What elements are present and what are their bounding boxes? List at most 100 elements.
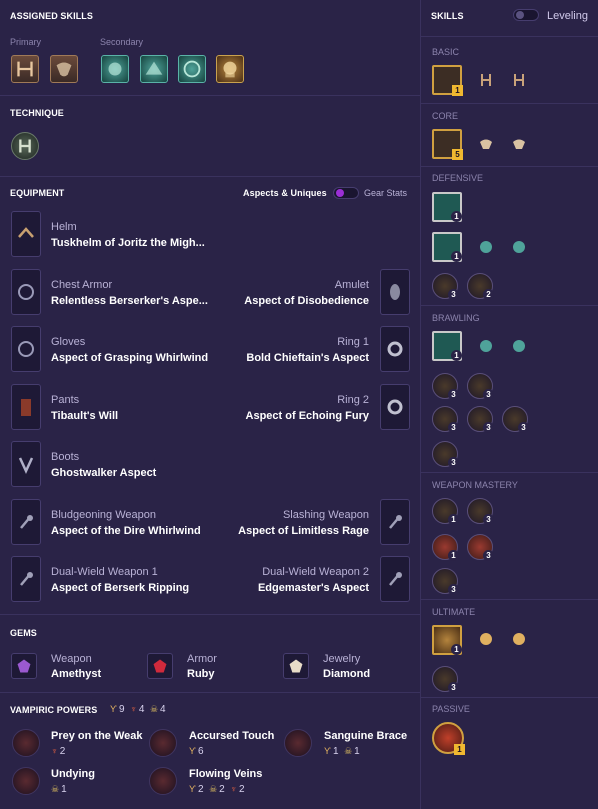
ultimate-upgrade-node[interactable]: [509, 630, 529, 650]
bludgeoning-weapon-slot[interactable]: [11, 499, 41, 545]
gem-jewelry-name[interactable]: Diamond: [323, 668, 370, 680]
section-brawling: BRAWLING: [432, 313, 480, 323]
sanguine-brace-icon[interactable]: [284, 729, 312, 757]
brawling-passive-node[interactable]: 3: [432, 373, 459, 400]
vampiric-power-cost: ϒ2 ☠ 2 ♆ 2: [189, 784, 245, 795]
vampiric-power-cost: ☠ 1: [51, 784, 67, 795]
defensive-passive-node[interactable]: 3: [432, 273, 459, 300]
weapon-mastery-node[interactable]: 1: [432, 498, 459, 525]
weapon-mastery-node[interactable]: 3: [467, 498, 494, 525]
basic-upgrade-node[interactable]: [476, 70, 496, 90]
defensive-passive-node[interactable]: 2: [467, 273, 494, 300]
brawling-passive-node[interactable]: 3: [502, 406, 529, 433]
gem-weapon-name[interactable]: Amethyst: [51, 668, 101, 680]
dual-wield-weapon2-item-name[interactable]: Edgemaster's Aspect: [258, 582, 369, 594]
amulet-slot[interactable]: [380, 269, 410, 315]
chest-armor-slot[interactable]: [11, 269, 41, 315]
amulet-slot-label: Amulet: [334, 279, 369, 291]
defensive-upgrade-node[interactable]: [476, 237, 496, 257]
diamond-gem-slot[interactable]: [283, 653, 309, 679]
pact-divinity-icon: ♆: [130, 704, 137, 714]
section-core: CORE: [432, 111, 459, 121]
total-divinity: 4: [138, 704, 145, 715]
accursed-touch-icon[interactable]: [149, 729, 177, 757]
weapon-mastery-node[interactable]: 3: [432, 568, 459, 595]
defensive-skill-node[interactable]: 1: [432, 232, 462, 262]
slashing-weapon-item-name[interactable]: Aspect of Limitless Rage: [238, 525, 369, 537]
equipment-title: EQUIPMENT: [10, 188, 65, 198]
ruby-gem-slot[interactable]: [147, 653, 173, 679]
amulet-item-name[interactable]: Aspect of Disobedience: [244, 295, 369, 307]
dual-wield-weapon2-slot[interactable]: [380, 556, 410, 602]
ring2-slot[interactable]: [380, 384, 410, 430]
brawling-passive-node[interactable]: 3: [467, 373, 494, 400]
gloves-item-name[interactable]: Aspect of Grasping Whirlwind: [51, 352, 208, 364]
slashing-weapon-slot[interactable]: [380, 499, 410, 545]
brawling-upgrade-node[interactable]: [476, 336, 496, 356]
call-of-the-ancients-skill-icon[interactable]: [216, 55, 244, 83]
core-upgrade-node[interactable]: [509, 134, 529, 154]
ultimate-skill-node[interactable]: 1: [432, 625, 462, 655]
basic-upgrade-node[interactable]: [509, 70, 529, 90]
prey-on-the-weak-icon[interactable]: [12, 729, 40, 757]
amulet-icon: [390, 284, 400, 300]
war-cry-skill-icon[interactable]: [178, 55, 206, 83]
brawling-passive-node[interactable]: 3: [467, 406, 494, 433]
primary-label: Primary: [10, 37, 41, 47]
brawling-upgrade-node[interactable]: [509, 336, 529, 356]
challenging-shout-skill-icon[interactable]: [101, 55, 129, 83]
helm-item-name[interactable]: Tuskhelm of Joritz the Migh...: [51, 237, 205, 249]
vampiric-totals: ϒ9 ♆ 4 ☠ 4: [110, 704, 166, 715]
defensive-skill-node[interactable]: 1: [432, 192, 462, 222]
weapon-mastery-node[interactable]: 1: [432, 534, 459, 561]
gem-armor-name[interactable]: Ruby: [187, 668, 215, 680]
lunging-strike-skill-icon[interactable]: [11, 55, 39, 83]
weapon-technique-icon[interactable]: [11, 132, 39, 160]
brawling-passive-node[interactable]: 3: [432, 441, 459, 468]
core-skill-node[interactable]: 5: [432, 129, 463, 160]
key-passive-node[interactable]: 1: [432, 722, 465, 755]
dual-wield-weapon1-slot[interactable]: [11, 556, 41, 602]
ultimate-upgrade-node[interactable]: [476, 630, 496, 650]
helm-slot-label: Helm: [51, 221, 77, 233]
ring1-slot[interactable]: [380, 326, 410, 372]
brawling-passive-node[interactable]: 3: [432, 406, 459, 433]
pants-icon: [21, 399, 31, 416]
core-upgrade-node[interactable]: [476, 134, 496, 154]
bludgeoning-weapon-item-name[interactable]: Aspect of the Dire Whirlwind: [51, 525, 201, 537]
build-panel: ASSIGNED SKILLS Primary Secondary TECHNI…: [0, 0, 420, 809]
boots-slot[interactable]: [11, 441, 41, 487]
ring2-item-name[interactable]: Aspect of Echoing Fury: [246, 410, 369, 422]
defensive-upgrade-node[interactable]: [509, 237, 529, 257]
ultimate-passive-node[interactable]: 3: [432, 666, 459, 693]
pact-ferocity-icon: ϒ: [110, 704, 117, 714]
chest-armor-item-name[interactable]: Relentless Berserker's Aspe...: [51, 295, 208, 307]
boots-item-name[interactable]: Ghostwalker Aspect: [51, 467, 156, 479]
vampiric-power-cost: ϒ6: [189, 746, 204, 757]
helm-icon: [18, 227, 34, 238]
undying-icon[interactable]: [12, 767, 40, 795]
technique-title: TECHNIQUE: [10, 108, 64, 118]
pants-item-name[interactable]: Tibault's Will: [51, 410, 118, 422]
weapon-mastery-node[interactable]: 3: [467, 534, 494, 561]
flowing-veins-icon[interactable]: [149, 767, 177, 795]
skill-rank-badge: 3: [483, 389, 494, 400]
dual-wield-weapon1-item-name[interactable]: Aspect of Berserk Ripping: [51, 582, 189, 594]
brawling-skill-node[interactable]: 1: [432, 331, 462, 361]
amethyst-gem-slot[interactable]: [11, 653, 37, 679]
rallying-cry-skill-icon[interactable]: [140, 55, 168, 83]
leveling-toggle[interactable]: [513, 9, 539, 21]
basic-skill-node[interactable]: 1: [432, 65, 463, 96]
gloves-slot[interactable]: [11, 326, 41, 372]
section-basic: BASIC: [432, 47, 460, 57]
skill-rank-badge: 1: [454, 744, 465, 755]
helm-slot[interactable]: [11, 211, 41, 257]
whirlwind-skill-icon[interactable]: [50, 55, 78, 83]
slashing-weapon-slot-label: Slashing Weapon: [282, 509, 369, 521]
vampiric-power-cost: ♆ 2: [51, 746, 66, 757]
skill-rank-badge: 1: [451, 251, 462, 262]
ring1-item-name[interactable]: Bold Chieftain's Aspect: [246, 352, 369, 364]
pants-slot[interactable]: [11, 384, 41, 430]
gear-view-toggle[interactable]: [333, 187, 359, 199]
pact-eternity-icon: ☠: [149, 704, 159, 714]
